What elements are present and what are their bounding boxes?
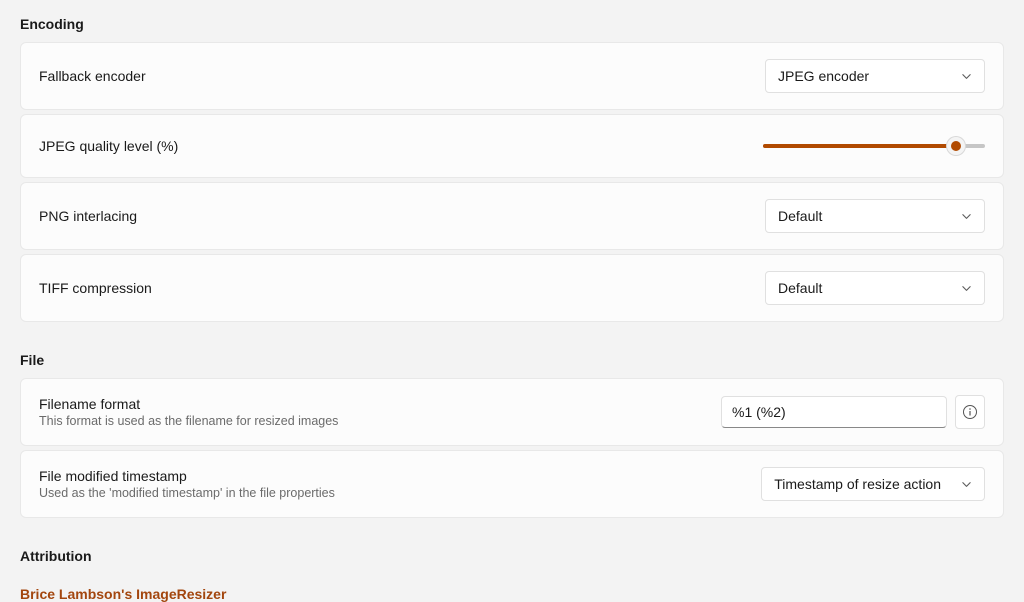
attribution-link[interactable]: Brice Lambson's ImageResizer: [20, 586, 226, 602]
label-modified-timestamp: File modified timestamp: [39, 468, 335, 484]
label-filename-format: Filename format: [39, 396, 338, 412]
info-icon: [962, 404, 978, 420]
section-header-attribution: Attribution: [20, 548, 1004, 564]
input-filename-format[interactable]: [721, 396, 947, 428]
slider-thumb[interactable]: [947, 137, 965, 155]
chevron-down-icon: [961, 71, 972, 82]
chevron-down-icon: [961, 211, 972, 222]
sub-modified-timestamp: Used as the 'modified timestamp' in the …: [39, 486, 335, 500]
chevron-down-icon: [961, 283, 972, 294]
chevron-down-icon: [961, 479, 972, 490]
row-tiff-compression: TIFF compression Default: [20, 254, 1004, 322]
select-modified-timestamp-value: Timestamp of resize action: [774, 476, 941, 492]
info-button[interactable]: [955, 395, 985, 429]
label-jpeg-quality: JPEG quality level (%): [39, 138, 178, 154]
label-png-interlacing: PNG interlacing: [39, 208, 137, 224]
section-header-encoding: Encoding: [20, 16, 1004, 32]
sub-filename-format: This format is used as the filename for …: [39, 414, 338, 428]
select-tiff-compression[interactable]: Default: [765, 271, 985, 305]
row-filename-format: Filename format This format is used as t…: [20, 378, 1004, 446]
label-fallback-encoder: Fallback encoder: [39, 68, 146, 84]
select-png-interlacing-value: Default: [778, 208, 822, 224]
slider-jpeg-quality[interactable]: [763, 144, 985, 148]
row-modified-timestamp: File modified timestamp Used as the 'mod…: [20, 450, 1004, 518]
row-jpeg-quality: JPEG quality level (%): [20, 114, 1004, 178]
select-modified-timestamp[interactable]: Timestamp of resize action: [761, 467, 985, 501]
select-png-interlacing[interactable]: Default: [765, 199, 985, 233]
select-fallback-encoder[interactable]: JPEG encoder: [765, 59, 985, 93]
label-tiff-compression: TIFF compression: [39, 280, 152, 296]
section-header-file: File: [20, 352, 1004, 368]
row-png-interlacing: PNG interlacing Default: [20, 182, 1004, 250]
select-tiff-compression-value: Default: [778, 280, 822, 296]
select-fallback-encoder-value: JPEG encoder: [778, 68, 869, 84]
row-fallback-encoder: Fallback encoder JPEG encoder: [20, 42, 1004, 110]
